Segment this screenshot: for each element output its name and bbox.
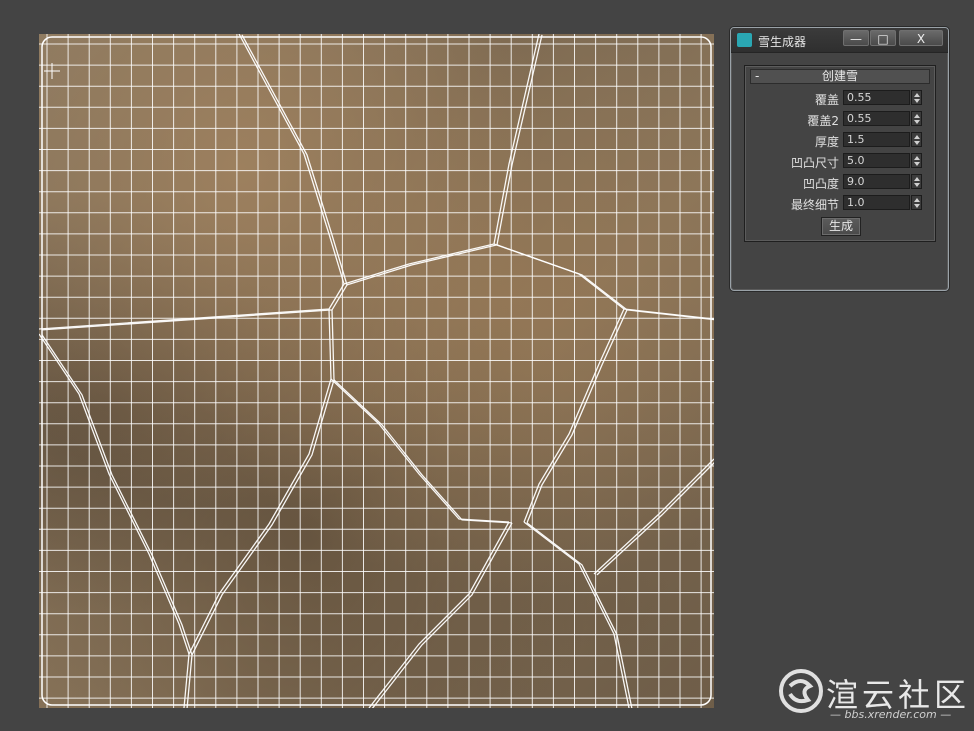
param-row-coverage2: 覆盖2 0.55 [745, 111, 935, 128]
param-label: 厚度 [814, 135, 839, 149]
watermark: 渲云社区 — bbs.xrender.com — [778, 668, 968, 724]
param-label: 凹凸尺寸 [790, 156, 839, 170]
param-row-bump-amount: 凹凸度 9.0 [745, 174, 935, 191]
snow-generator-dialog: 雪生成器 — □ X - 创建雪 覆盖 0.55 覆盖2 0.55 厚度 1.5 [730, 27, 949, 291]
watermark-url: — bbs.xrender.com — [830, 708, 952, 721]
param-row-final-detail: 最终细节 1.0 [745, 195, 935, 212]
rollout-title: 创建雪 [821, 69, 858, 83]
generate-button[interactable]: 生成 [821, 217, 861, 236]
final-detail-spinner[interactable] [911, 195, 922, 210]
crosshair-icon [44, 63, 60, 79]
param-row-thickness: 厚度 1.5 [745, 132, 935, 149]
param-row-bump-size: 凹凸尺寸 5.0 [745, 153, 935, 170]
create-snow-rollout: - 创建雪 覆盖 0.55 覆盖2 0.55 厚度 1.5 凹凸尺寸 5.0 凹… [744, 65, 936, 242]
final-detail-input[interactable]: 1.0 [843, 195, 910, 210]
param-label: 凹凸度 [802, 177, 839, 191]
coverage2-input[interactable]: 0.55 [843, 111, 910, 126]
3ds-max-icon [737, 33, 752, 47]
param-label: 覆盖2 [807, 114, 839, 128]
dialog-titlebar[interactable]: 雪生成器 — □ X [731, 28, 948, 53]
coverage2-spinner[interactable] [911, 111, 922, 126]
bump-size-spinner[interactable] [911, 153, 922, 168]
maximize-button[interactable]: □ [870, 30, 896, 46]
param-label: 覆盖 [814, 93, 839, 107]
bump-amount-input[interactable]: 9.0 [843, 174, 910, 189]
xrender-logo-icon [779, 669, 823, 713]
thickness-input[interactable]: 1.5 [843, 132, 910, 147]
wireframe-mesh [39, 34, 714, 708]
close-button[interactable]: X [899, 30, 943, 46]
coverage-spinner[interactable] [911, 90, 922, 105]
coverage-input[interactable]: 0.55 [843, 90, 910, 105]
param-row-coverage: 覆盖 0.55 [745, 90, 935, 107]
viewport[interactable] [39, 34, 714, 708]
bump-size-input[interactable]: 5.0 [843, 153, 910, 168]
minimize-button[interactable]: — [843, 30, 869, 46]
bump-amount-spinner[interactable] [911, 174, 922, 189]
param-label: 最终细节 [790, 198, 839, 212]
thickness-spinner[interactable] [911, 132, 922, 147]
rollout-header[interactable]: - 创建雪 [750, 69, 930, 84]
dialog-title: 雪生成器 [758, 35, 807, 49]
